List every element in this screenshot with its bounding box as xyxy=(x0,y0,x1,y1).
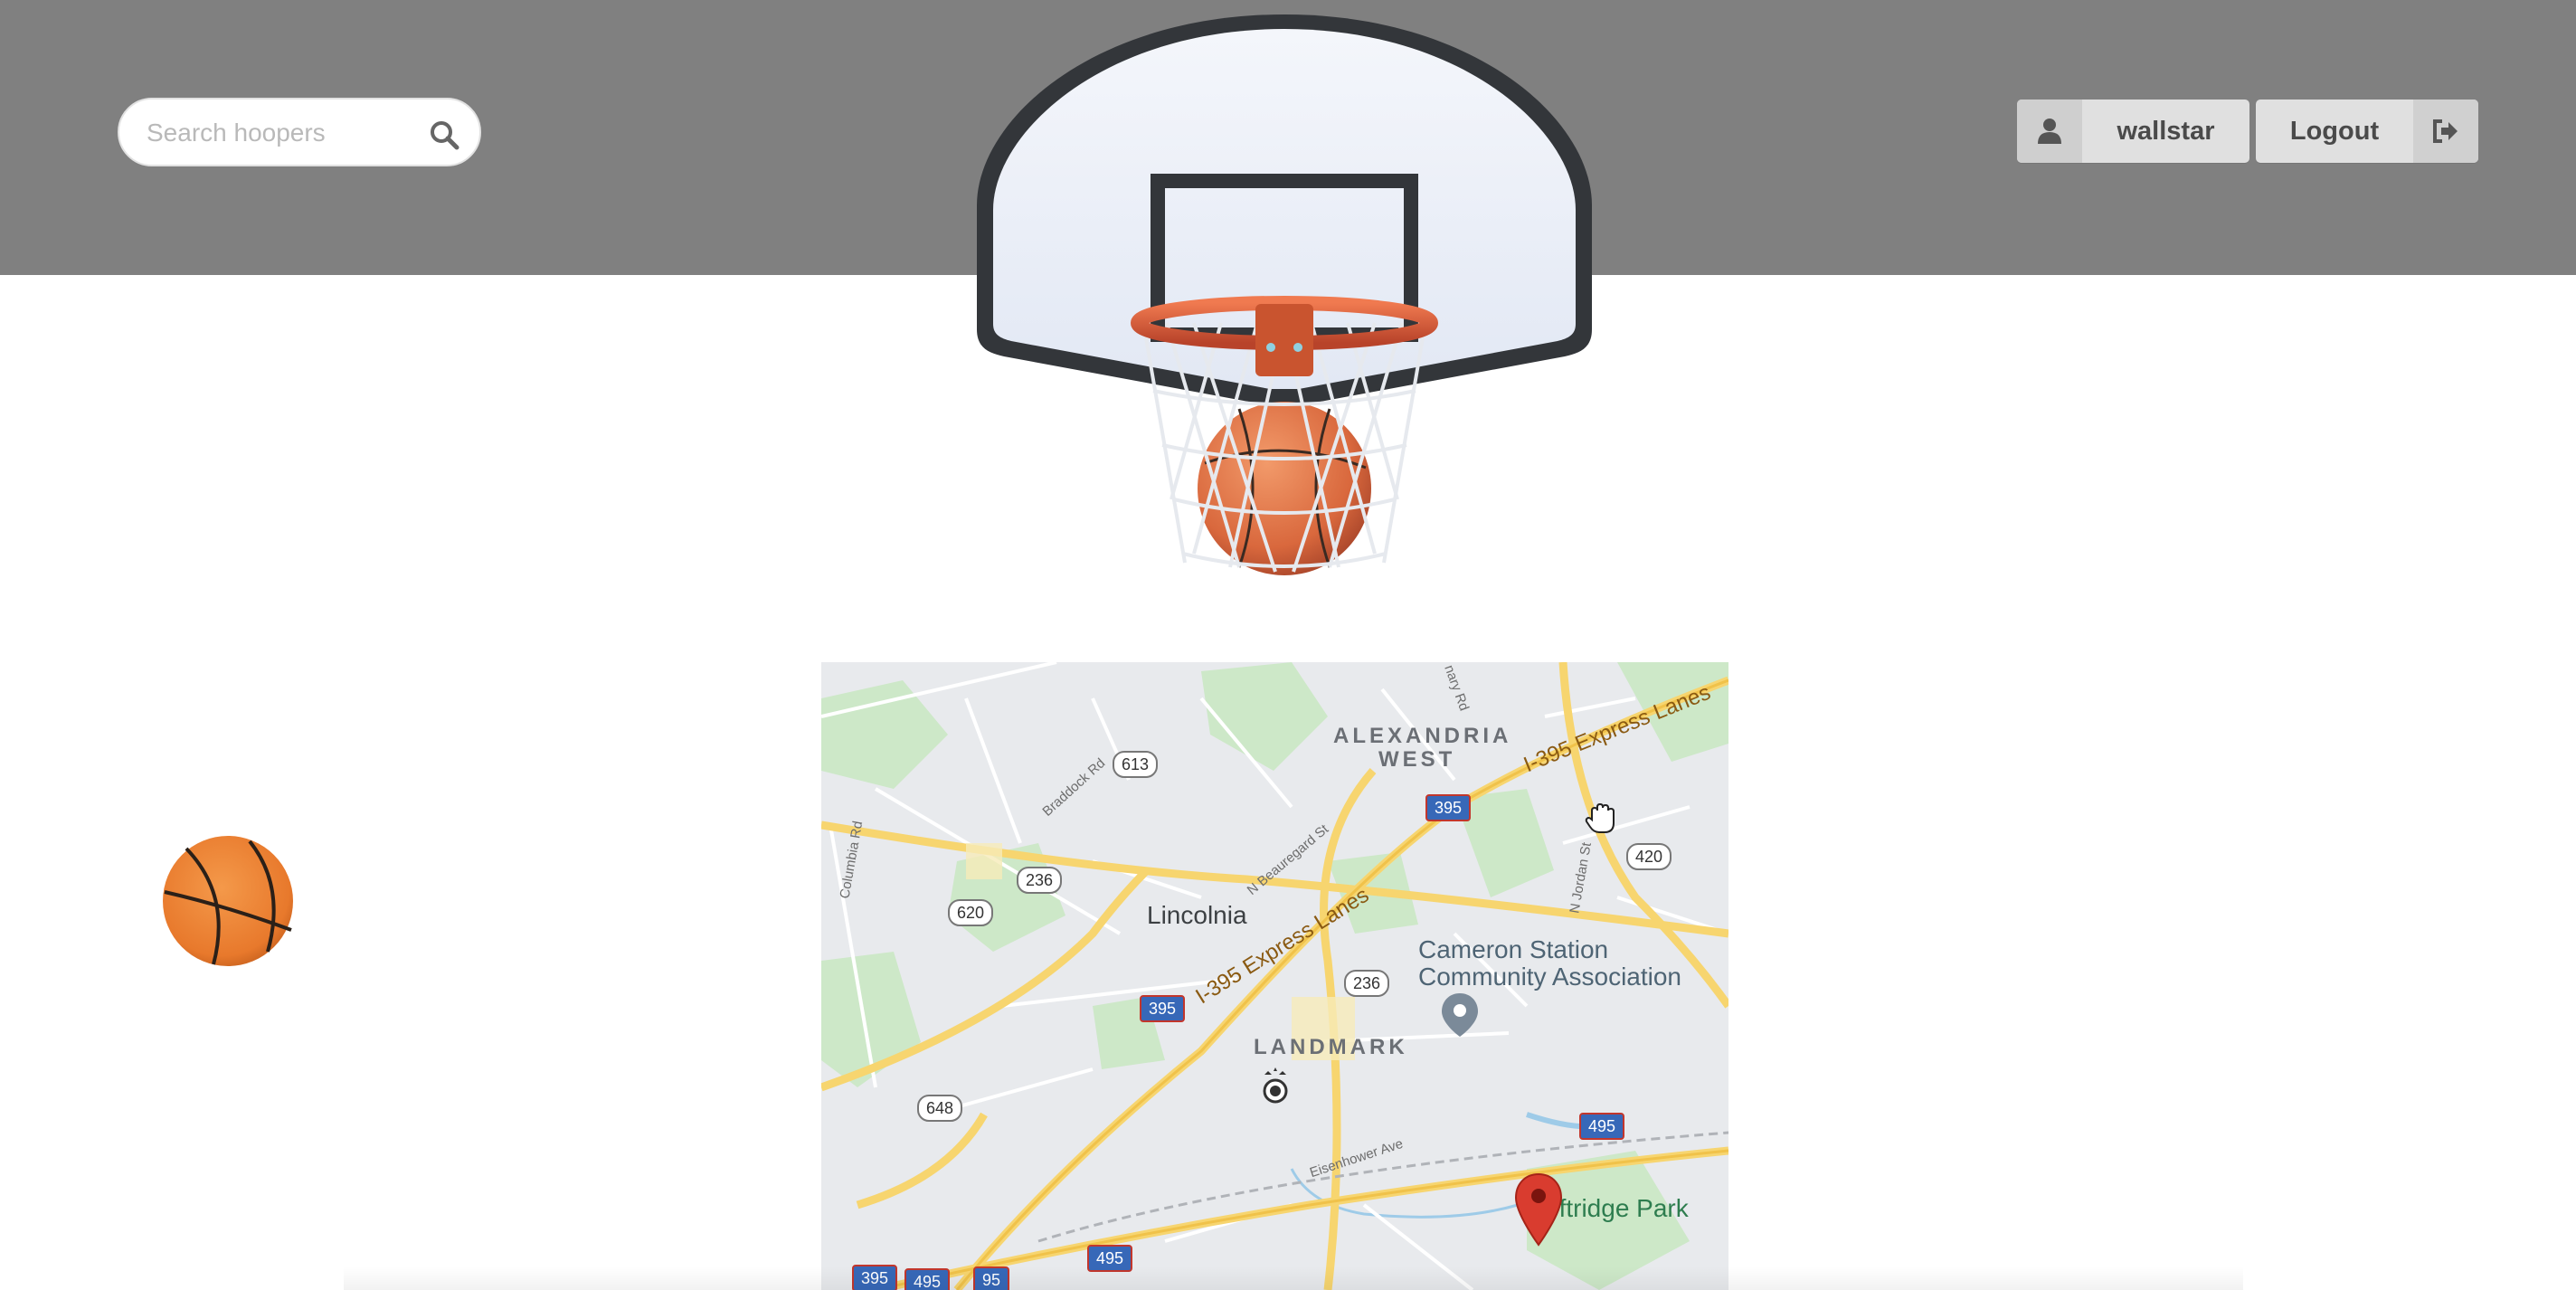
interstate-shield-395-north: 395 xyxy=(1425,794,1472,821)
logout-button[interactable]: Logout xyxy=(2256,100,2478,163)
logout-label: Logout xyxy=(2289,116,2380,146)
map-label-west: WEST xyxy=(1378,747,1456,772)
map-label-lincolnia: Lincolnia xyxy=(1147,901,1247,929)
route-marker-420: 420 xyxy=(1626,843,1672,870)
map-label-park: oftridge Park xyxy=(1545,1194,1689,1222)
map-label-community-association: Community Association xyxy=(1418,963,1682,991)
sign-out-icon xyxy=(2413,100,2478,163)
username-label: wallstar xyxy=(2117,116,2215,146)
hand-cursor-icon xyxy=(1585,802,1615,833)
interstate-shield-395-central: 395 xyxy=(1140,995,1186,1022)
location-marker-icon[interactable] xyxy=(1514,1172,1563,1247)
basketball-hoop-image xyxy=(977,14,1592,575)
map-label-landmark: LANDMARK xyxy=(1254,1035,1408,1059)
search-box[interactable] xyxy=(118,98,481,166)
interstate-shield-495-east: 495 xyxy=(1579,1113,1625,1140)
route-marker-613: 613 xyxy=(1113,751,1159,778)
basketball-icon[interactable] xyxy=(159,832,297,970)
route-marker-236-east: 236 xyxy=(1344,970,1390,997)
search-input[interactable] xyxy=(145,112,420,154)
route-marker-236-west: 236 xyxy=(1017,867,1063,894)
user-profile-button[interactable]: wallstar xyxy=(2017,100,2249,163)
map-label-cameron-station: Cameron Station xyxy=(1418,935,1609,963)
map-label-alexandria: ALEXANDRIA xyxy=(1333,724,1512,748)
place-pin-icon[interactable] xyxy=(1440,991,1480,1039)
user-icon xyxy=(2017,100,2082,163)
search-icon[interactable] xyxy=(429,119,459,150)
page-bottom-shadow xyxy=(344,1266,2243,1290)
current-location-icon[interactable] xyxy=(1255,1067,1295,1107)
route-marker-620: 620 xyxy=(948,899,994,926)
route-marker-648: 648 xyxy=(917,1095,963,1122)
courts-map[interactable]: ALEXANDRIA WEST LANDMARK Lincolnia Camer… xyxy=(821,662,1728,1290)
